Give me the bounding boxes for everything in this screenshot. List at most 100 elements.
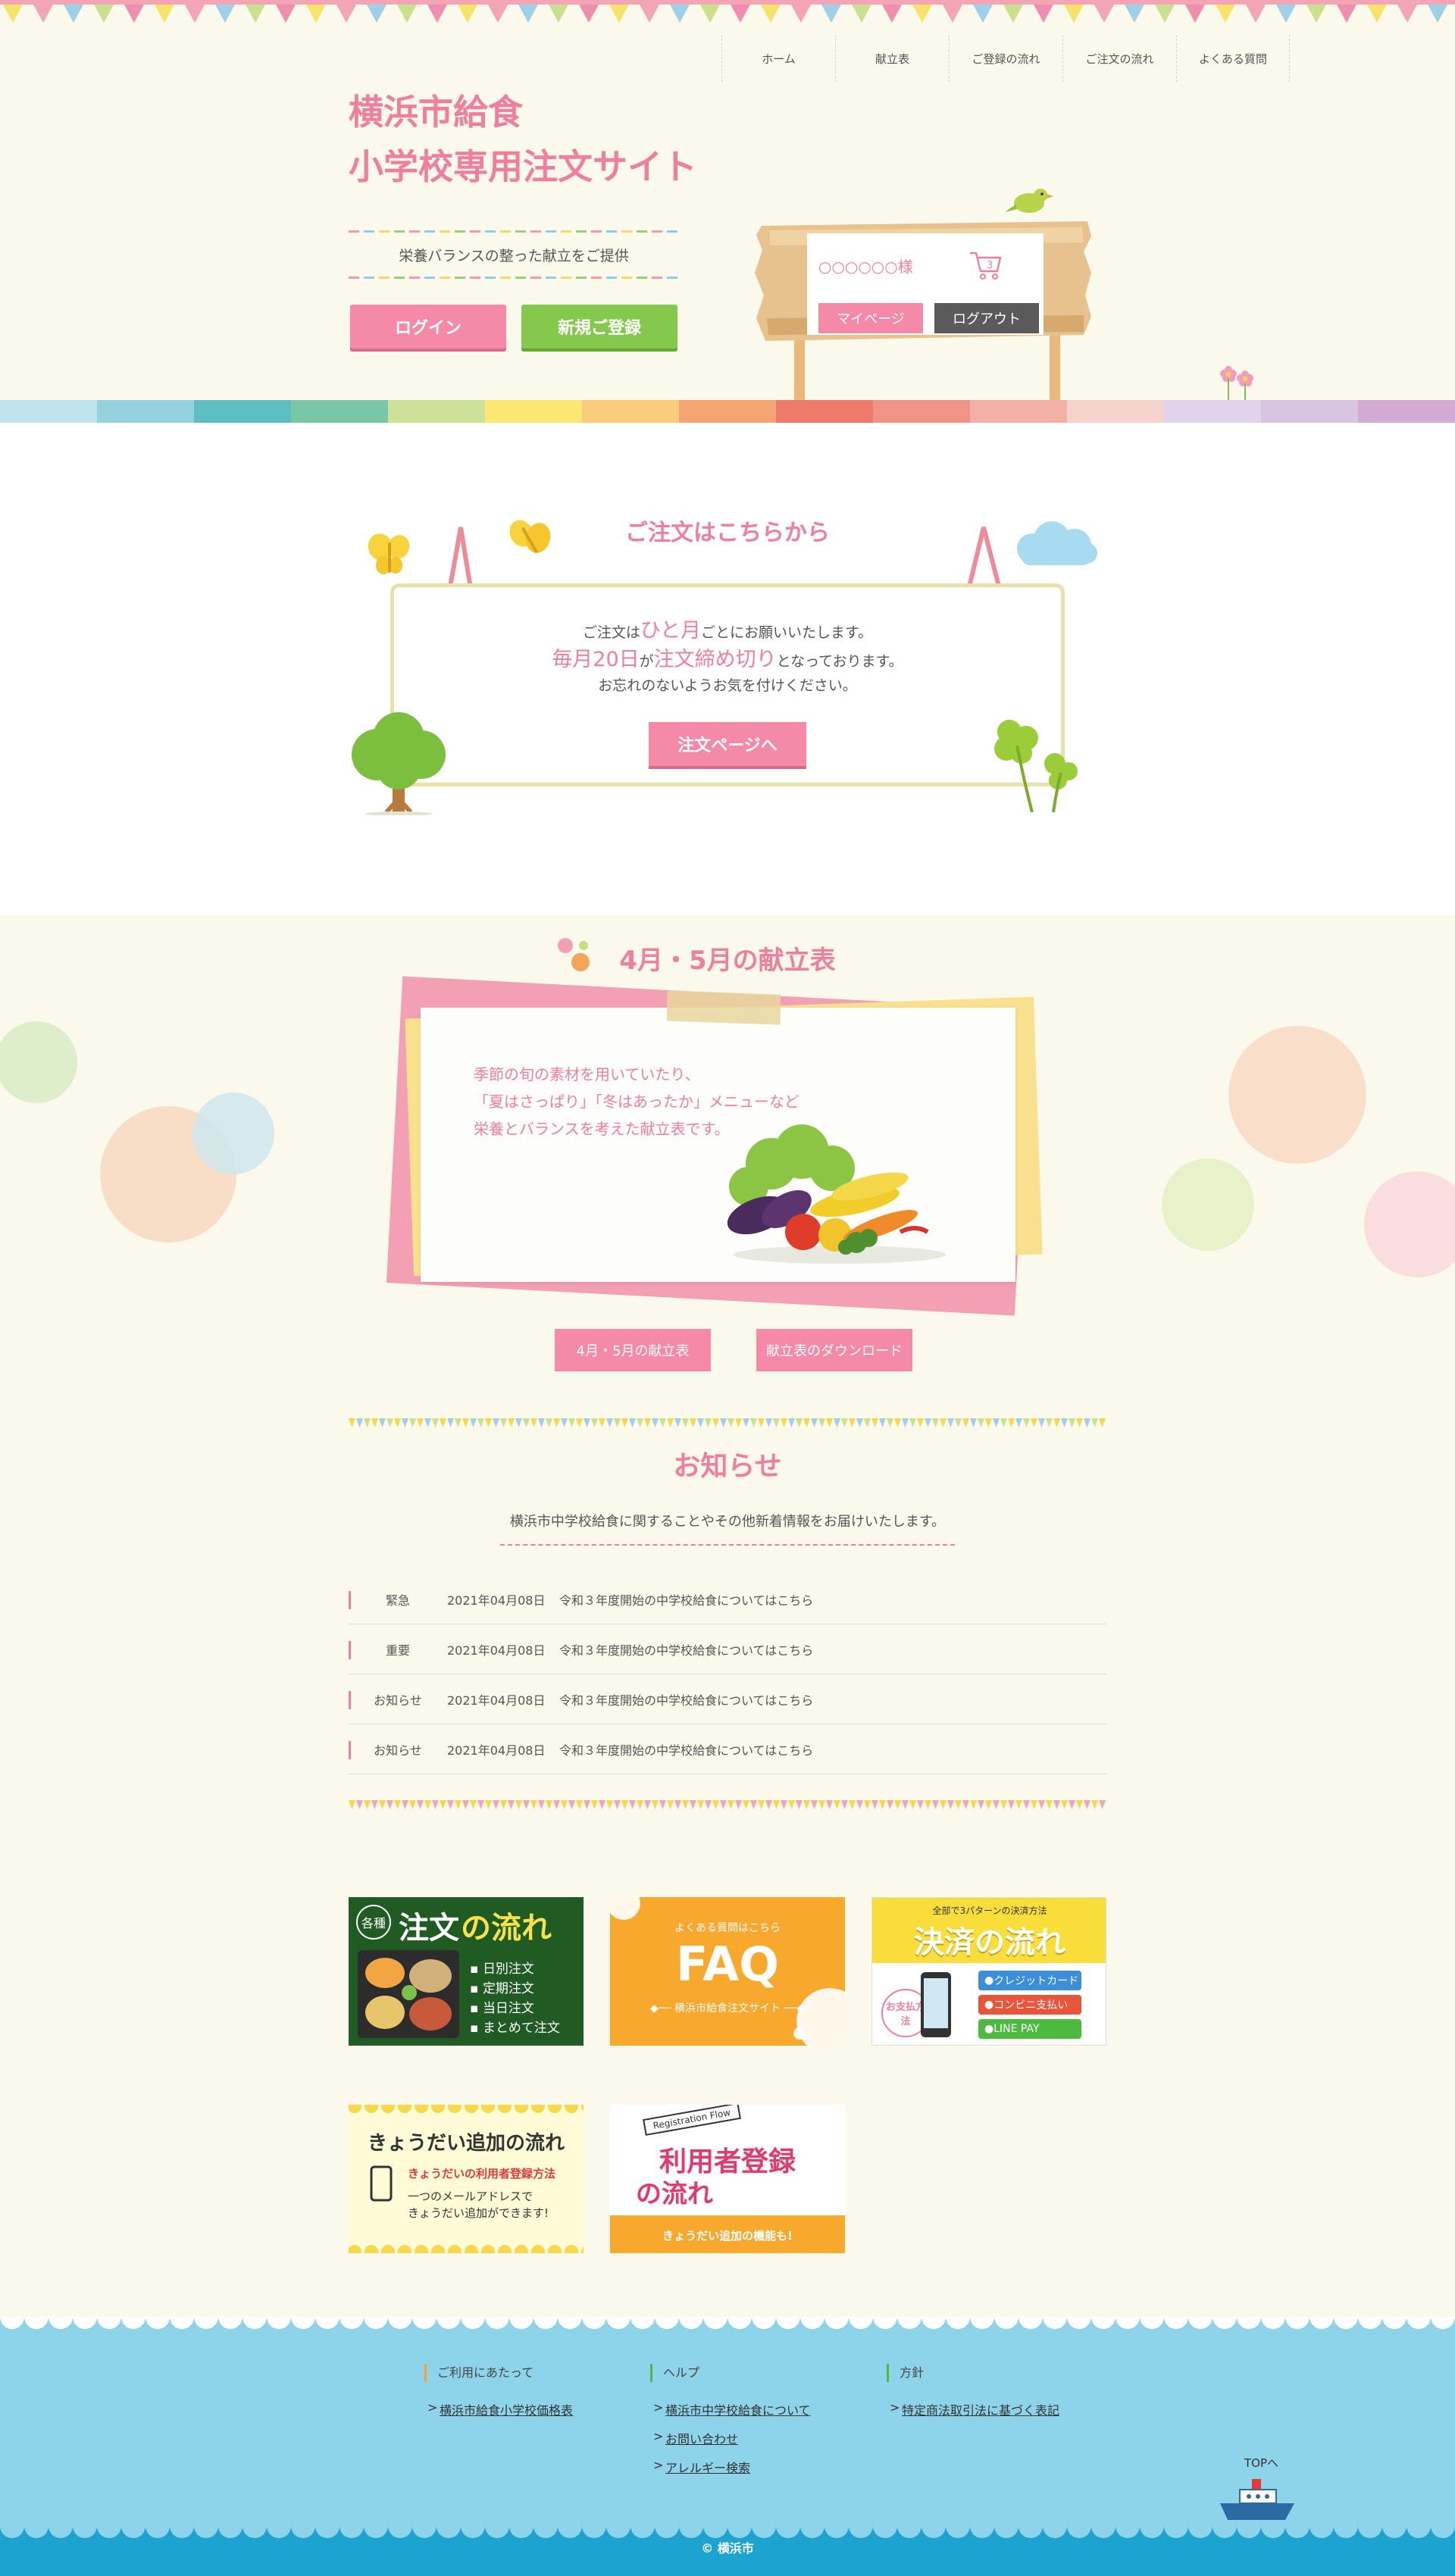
nav-menu[interactable]: 献立表	[835, 35, 949, 82]
menu-desc-line1: 季節の旬の素材を用いていたり、	[474, 1065, 700, 1083]
footer-link-legal-notice[interactable]: 特定商法取引法に基づく表記	[887, 2400, 1059, 2418]
order-flow-banner-title: 各種 注文 の流れ	[356, 1903, 577, 1946]
flower-icon	[1220, 366, 1253, 400]
order-text-deadline-date: 毎月20日	[552, 648, 640, 671]
faq-banner-title: FAQ	[676, 1937, 779, 1992]
bento-icon	[358, 1950, 459, 2038]
bubble-decoration	[1162, 1158, 1254, 1251]
news-section-title: お知らせ	[673, 1451, 782, 1482]
register-button[interactable]: 新規ご登録	[521, 305, 677, 349]
order-text-1a: ご注文は	[582, 624, 640, 641]
news-row[interactable]: 緊急 2021年04月08日 令和３年度開始の中学校給食についてはこちら	[349, 1574, 1106, 1624]
site-title-line2: 小学校専用注文サイト	[349, 146, 697, 187]
news-text[interactable]: 令和３年度開始の中学校給食についてはこちら	[559, 1690, 1106, 1708]
payment-flow-banner[interactable]: 全部で3パターンの決済方法 決済の流れ お支払方法 ● クレジットカード ● コ…	[871, 1897, 1106, 2046]
news-text[interactable]: 令和３年度開始の中学校給食についてはこちら	[559, 1590, 1106, 1608]
menu-view-button[interactable]: 4月・5月の献立表	[555, 1329, 711, 1371]
payment-method-credit-label: クレジットカード	[993, 1975, 1079, 1987]
faq-banner[interactable]: よくある質問はこちら FAQ ◆── 横浜市給食注文サイト ──◆	[610, 1897, 845, 2046]
menu-download-button[interactable]: 献立表のダウンロード	[756, 1329, 912, 1371]
order-flow-item: ▪ まとめて注文	[470, 2021, 560, 2036]
payment-flow-title: 決済の流れ	[914, 1925, 1065, 1960]
bunting-decoration	[0, 0, 1455, 23]
order-text-line3: お忘れのないようお気を付けください。	[598, 677, 857, 694]
nav-order-flow[interactable]: ご注文の流れ	[1062, 35, 1176, 82]
tape-decoration	[667, 990, 781, 1025]
footer-link-allergy[interactable]: アレルギー検索	[650, 2458, 811, 2476]
footer-col-help-head: ヘルプ	[650, 2364, 811, 2382]
mypage-button[interactable]: マイページ	[818, 303, 923, 333]
news-text[interactable]: 令和３年度開始の中学校給食についてはこちら	[559, 1640, 1106, 1658]
news-row[interactable]: 重要 2021年04月08日 令和３年度開始の中学校給食についてはこちら	[349, 1624, 1106, 1674]
news-category: お知らせ	[374, 1693, 422, 1708]
order-flow-banner[interactable]: 各種 注文 の流れ ▪ 日別注文 ▪ 定期注文 ▪ 当日注文 ▪ まとめて注文	[349, 1897, 584, 2046]
ship-icon[interactable]	[1216, 2474, 1299, 2528]
bubble-decoration	[192, 1093, 274, 1174]
registration-flow-tag: Registration Flow	[643, 2105, 741, 2136]
news-subtitle: 横浜市中学校給食に関することやその他新着情報をお届けいたします。	[500, 1511, 955, 1546]
main-nav: ホーム 献立表 ご登録の流れ ご注文の流れ よくある質問	[721, 35, 1290, 82]
order-flow-item-regular: 定期注文	[482, 1981, 534, 1996]
faq-banner-caption: ◆── 横浜市給食注文サイト ──◆	[649, 2002, 806, 2015]
news-category: 重要	[385, 1643, 410, 1658]
order-text-2b: となっております。	[776, 653, 903, 670]
footer-link-price-list[interactable]: 横浜市給食小学校価格表	[424, 2400, 573, 2418]
site-title-line1: 横浜市給食	[349, 92, 523, 133]
bubble-decoration	[1364, 1171, 1455, 1277]
news-row[interactable]: お知らせ 2021年04月08日 令和３年度開始の中学校給食についてはこちら	[349, 1724, 1106, 1774]
order-text-monthly: ひと月	[640, 619, 702, 642]
news-row[interactable]: お知らせ 2021年04月08日 令和３年度開始の中学校給食についてはこちら	[349, 1674, 1106, 1724]
smartphone-icon	[921, 1972, 951, 2037]
logout-button[interactable]: ログアウト	[934, 303, 1039, 333]
triangle-border-decoration	[349, 1418, 1106, 1427]
footer-link-contact[interactable]: お問い合わせ	[650, 2429, 811, 2447]
order-text-line2: 毎月20日が注文締め切りとなっております。	[390, 642, 1065, 672]
cart-icon[interactable]: 3	[968, 250, 1003, 282]
payment-method-convenience: ● コンビニ支払い	[978, 1995, 1081, 2015]
news-date: 2021年04月08日	[447, 1643, 546, 1658]
payment-flow-top: 全部で3パターンの決済方法	[932, 1905, 1047, 1916]
order-page-button[interactable]: 注文ページへ	[649, 722, 806, 766]
order-flow-item: ▪ 日別注文	[470, 1962, 534, 1977]
footer-link-about-lunch[interactable]: 横浜市中学校給食について	[650, 2400, 811, 2418]
menu-desc-line2: 「夏はさっぱり」「冬はあったか」メニューなど	[474, 1093, 799, 1111]
sibling-flow-title: きょうだい追加の流れ	[367, 2132, 565, 2155]
order-flow-item: ▪ 当日注文	[470, 2001, 534, 2016]
registration-flow-bottom: きょうだい追加の機能も!	[662, 2229, 793, 2243]
login-button[interactable]: ログイン	[350, 305, 506, 349]
order-flow-title-b: の流れ	[461, 1911, 552, 1946]
smartphone-icon	[370, 2165, 393, 2202]
registration-flow-banner[interactable]: Registration Flow 利用者登録 の流れ きょうだい追加の機能も!	[610, 2105, 845, 2253]
vegetables-icon	[727, 1124, 946, 1264]
tree-icon	[352, 712, 446, 815]
nav-registration-flow[interactable]: ご登録の流れ	[949, 35, 1062, 82]
nav-home[interactable]: ホーム	[721, 35, 835, 82]
footer-col-policy-head: 方針	[887, 2364, 1059, 2382]
sibling-flow-banner[interactable]: きょうだい追加の流れ きょうだいの利用者登録方法 一つのメールアドレスで きょう…	[349, 2105, 584, 2253]
nav-faq[interactable]: よくある質問	[1176, 35, 1290, 82]
footer-col-usage-head: ご利用にあたって	[424, 2364, 573, 2382]
svg-text:3: 3	[987, 260, 993, 271]
wave-top-decoration	[0, 2317, 1455, 2329]
order-flow-list: ▪ 日別注文 ▪ 定期注文 ▪ 当日注文 ▪ まとめて注文	[470, 1959, 560, 2038]
clover-icon	[994, 720, 1078, 813]
registration-flow-title2: の流れ	[636, 2179, 713, 2209]
faq-banner-sub: よくある質問はこちら	[674, 1922, 781, 1934]
back-to-top-link[interactable]: TOPへ	[1244, 2455, 1278, 2471]
order-flow-title-a: 注文	[399, 1911, 459, 1946]
site-title: 横浜市給食 小学校専用注文サイト	[349, 85, 697, 194]
payment-method-line: ● LINE PAY	[978, 2019, 1081, 2039]
copyright: © 横浜市	[701, 2541, 754, 2556]
news-text[interactable]: 令和３年度開始の中学校給食についてはこちら	[559, 1740, 1106, 1758]
faq-banner-caption-text: 横浜市給食注文サイト	[674, 2002, 781, 2015]
news-date: 2021年04月08日	[447, 1743, 546, 1758]
news-category: 緊急	[385, 1593, 410, 1608]
order-flow-item-bulk: まとめて注文	[482, 2021, 560, 2036]
bird-icon	[1005, 189, 1053, 213]
butterfly-icon	[509, 520, 551, 553]
menu-section-title: 4月・5月の献立表	[619, 946, 836, 976]
tagline: 栄養バランスの整った献立をご提供	[349, 230, 679, 279]
news-list: 緊急 2021年04月08日 令和３年度開始の中学校給食についてはこちら 重要 …	[349, 1574, 1106, 1774]
news-date: 2021年04月08日	[447, 1693, 546, 1708]
footer-col-usage: ご利用にあたって 横浜市給食小学校価格表	[424, 2364, 573, 2429]
